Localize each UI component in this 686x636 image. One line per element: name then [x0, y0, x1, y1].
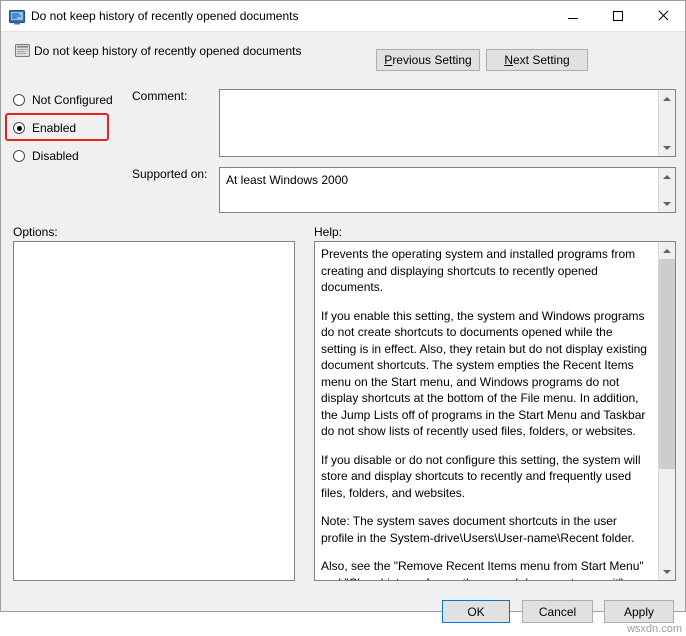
comment-label: Comment:	[132, 89, 188, 103]
next-setting-button[interactable]: Next Setting	[486, 49, 588, 71]
help-label: Help:	[314, 225, 343, 239]
close-button[interactable]	[640, 1, 685, 31]
cancel-button[interactable]: Cancel	[522, 600, 593, 623]
radio-circle-enabled	[13, 122, 25, 134]
comment-scrollbar[interactable]	[658, 90, 675, 156]
radio-label-not-configured: Not Configured	[32, 93, 113, 107]
maximize-icon	[612, 11, 623, 21]
help-scrollbar[interactable]	[658, 242, 675, 580]
supported-scrollbar[interactable]	[658, 168, 675, 212]
radio-not-configured[interactable]: Not Configured	[13, 91, 113, 109]
setting-name: Do not keep history of recently opened d…	[34, 44, 302, 58]
maximize-button[interactable]	[595, 1, 640, 31]
help-scroll-down-icon[interactable]	[659, 563, 675, 580]
help-paragraph: If you disable or do not configure this …	[321, 452, 641, 500]
options-panel[interactable]	[13, 241, 295, 581]
radio-enabled[interactable]: Enabled	[13, 119, 76, 137]
radio-label-disabled: Disabled	[32, 149, 79, 163]
title-bar: Do not keep history of recently opened d…	[1, 1, 685, 32]
close-icon	[657, 10, 669, 22]
watermark: wsxdn.com	[626, 623, 682, 635]
radio-label-enabled: Enabled	[32, 121, 77, 135]
help-panel: Prevents the operating system and instal…	[314, 241, 676, 581]
radio-circle-not-configured	[13, 94, 25, 106]
supported-on-input[interactable]: At least Windows 2000	[219, 167, 676, 213]
policy-editor-icon	[9, 9, 25, 25]
help-paragraph: If you enable this setting, the system a…	[321, 308, 647, 439]
supported-scroll-down-icon[interactable]	[659, 195, 675, 212]
comment-scroll-up-icon[interactable]	[659, 90, 675, 107]
radio-circle-disabled	[13, 150, 25, 162]
help-paragraph: Note: The system saves document shortcut…	[321, 514, 635, 545]
help-scroll-up-icon[interactable]	[659, 242, 675, 259]
help-scroll-thumb[interactable]	[659, 259, 675, 469]
window-title: Do not keep history of recently opened d…	[31, 9, 299, 23]
radio-disabled[interactable]: Disabled	[13, 147, 79, 165]
minimize-icon	[567, 18, 578, 19]
previous-setting-button[interactable]: Previous Setting	[376, 49, 480, 71]
options-label: Options:	[13, 225, 58, 239]
comment-input[interactable]	[219, 89, 676, 157]
ok-button[interactable]: OK	[442, 600, 510, 623]
minimize-button[interactable]	[550, 1, 595, 31]
policy-setting-window: Do not keep history of recently opened d…	[0, 0, 686, 612]
supported-on-label: Supported on:	[132, 167, 208, 181]
supported-scroll-up-icon[interactable]	[659, 168, 675, 185]
help-text: Prevents the operating system and instal…	[321, 246, 651, 580]
setting-icon	[15, 43, 31, 59]
help-paragraph: Also, see the "Remove Recent Items menu …	[321, 559, 644, 580]
comment-scroll-down-icon[interactable]	[659, 139, 675, 156]
apply-button[interactable]: Apply	[604, 600, 674, 623]
supported-on-value: At least Windows 2000	[226, 173, 349, 187]
help-paragraph: Prevents the operating system and instal…	[321, 247, 636, 294]
